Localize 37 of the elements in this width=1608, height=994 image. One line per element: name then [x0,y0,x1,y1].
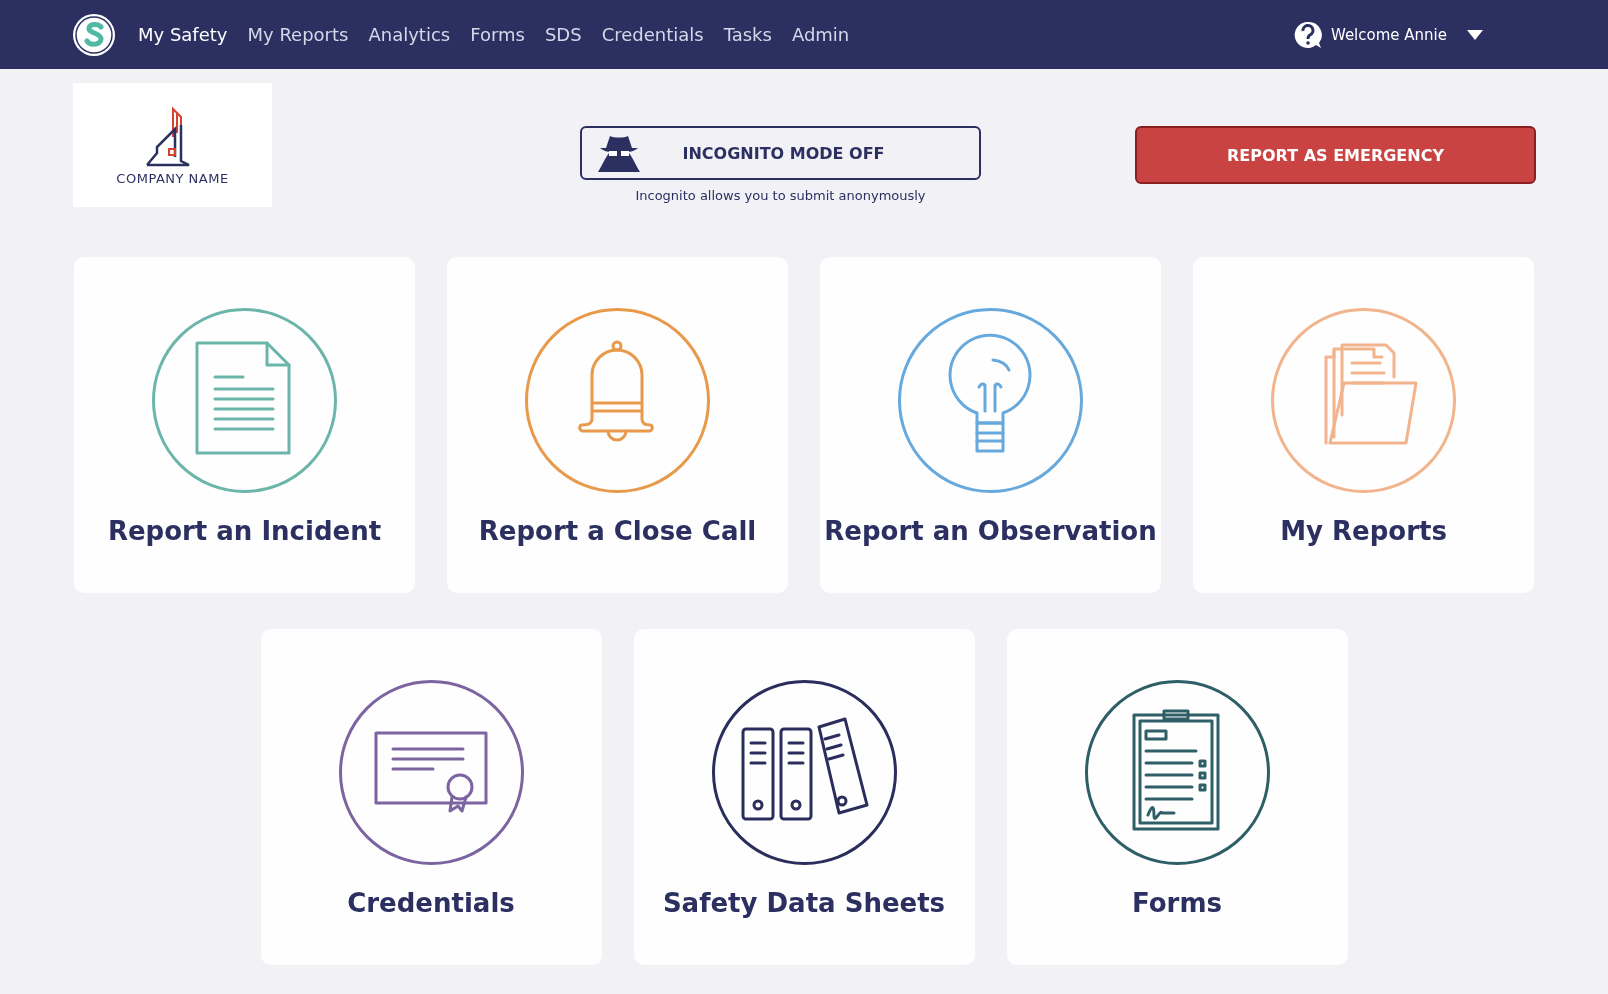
nav-link[interactable]: Admin [791,24,850,45]
binders-icon [710,679,898,866]
tile-label: Safety Data Sheets [662,888,946,918]
tile-card[interactable]: Credentials [260,629,602,965]
tile-label: Forms [1132,888,1222,918]
clipboard-icon [1083,679,1271,866]
tile-card[interactable]: Forms [1006,629,1348,965]
tile-label: Report an Incident [107,516,382,546]
tile-card[interactable]: My Reports [1193,257,1534,593]
app-logo-icon[interactable] [72,12,116,57]
user-menu[interactable]: Welcome Annie [1330,25,1447,44]
tile-card[interactable]: Report a Close Call [447,257,788,593]
nav-link[interactable]: Forms [470,24,525,45]
incognito-toggle[interactable]: INCOGNITO MODE OFF [580,126,981,180]
incognito-caption: Incognito allows you to submit anonymously [635,188,926,203]
nav-link[interactable]: SDS [544,24,582,45]
folder-icon [1270,307,1457,494]
help-icon[interactable] [1292,19,1323,50]
tile-card[interactable]: Report an Incident [74,257,415,593]
tile-label: Credentials [347,888,515,918]
report-emergency-button[interactable]: REPORT AS EMERGENCY [1135,126,1536,184]
tile-label: Report a Close Call [478,516,757,546]
bulb-icon [897,307,1084,494]
document-icon [151,307,338,494]
tile-card[interactable]: Report an Observation [820,257,1161,593]
nav-link[interactable]: Analytics [368,24,451,45]
nav-link[interactable]: Tasks [723,24,772,45]
tile-label: My Reports [1280,516,1447,546]
bell-icon [524,307,711,494]
tile-card[interactable]: Safety Data Sheets [633,629,975,965]
certificate-icon [337,679,525,866]
nav-link[interactable]: My Safety [138,24,228,45]
nav-link[interactable]: My Reports [247,24,349,45]
caret-icon[interactable] [1467,29,1483,40]
tile-label: Report an Observation [824,516,1157,546]
nav-link[interactable]: Credentials [601,24,704,45]
company-name: COMPANY NAME [116,170,229,186]
